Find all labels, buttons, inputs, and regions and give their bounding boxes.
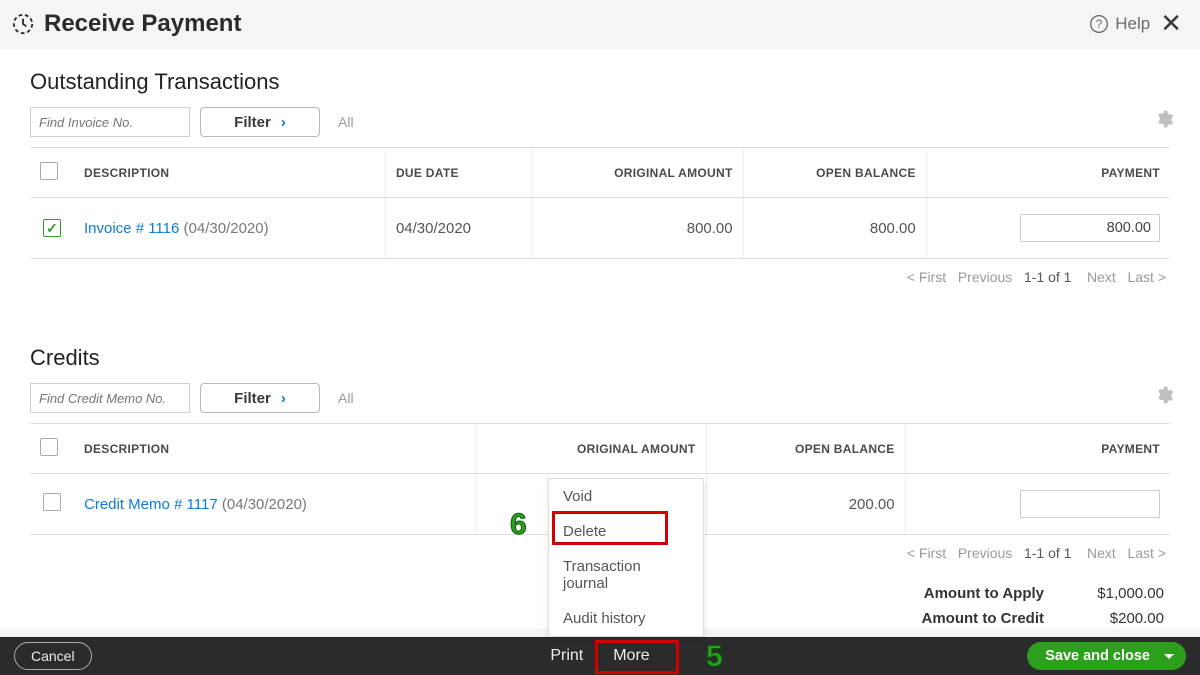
col-due-date: DUE DATE: [385, 148, 531, 198]
page-prev[interactable]: Previous: [958, 269, 1012, 285]
page-last[interactable]: Last >: [1127, 545, 1166, 561]
save-label: Save and close: [1045, 648, 1150, 664]
col-description: DESCRIPTION: [74, 148, 385, 198]
annotation-number-6: 6: [510, 508, 527, 542]
outstanding-pagination: < First Previous 1-1 of 1 Next Last >: [30, 259, 1170, 285]
page-title: Receive Payment: [44, 10, 241, 38]
help-button[interactable]: ? Help: [1089, 14, 1150, 34]
row-checkbox[interactable]: [43, 219, 61, 237]
menu-void[interactable]: Void: [549, 479, 703, 514]
filter-label: Filter: [234, 114, 271, 131]
annotation-box-delete: [552, 511, 668, 545]
filter-label: Filter: [234, 390, 271, 407]
page-first[interactable]: < First: [907, 545, 946, 561]
gear-icon[interactable]: [1154, 385, 1174, 405]
col-description: DESCRIPTION: [74, 424, 476, 474]
open-balance-cell: 800.00: [743, 198, 926, 259]
payment-input[interactable]: [1020, 214, 1160, 242]
save-and-close-button[interactable]: Save and close: [1027, 642, 1186, 670]
amount-credit-value: $200.00: [1074, 610, 1164, 627]
due-date-cell: 04/30/2020: [385, 198, 531, 259]
orig-amount-cell: 800.00: [531, 198, 743, 259]
find-credit-input[interactable]: [30, 383, 190, 413]
page-header: Receive Payment ? Help ✕: [0, 0, 1200, 49]
col-payment: PAYMENT: [905, 424, 1170, 474]
menu-transaction-journal[interactable]: Transaction journal: [549, 549, 703, 601]
page-next[interactable]: Next: [1087, 545, 1116, 561]
annotation-box-more: [595, 640, 679, 674]
chevron-right-icon: ›: [281, 390, 286, 407]
credits-title: Credits: [30, 345, 1170, 371]
credit-memo-link[interactable]: Credit Memo # 1117: [84, 496, 218, 513]
outstanding-table: DESCRIPTION DUE DATE ORIGINAL AMOUNT OPE…: [30, 147, 1170, 259]
print-button[interactable]: Print: [550, 647, 583, 665]
help-icon: ?: [1089, 14, 1109, 34]
invoice-date: (04/30/2020): [184, 220, 269, 237]
svg-text:?: ?: [1096, 18, 1103, 31]
select-all-checkbox[interactable]: [40, 438, 58, 456]
credits-all-label: All: [338, 390, 354, 406]
more-menu: Void Delete Transaction journal Audit hi…: [548, 478, 704, 637]
popup-tail: [620, 625, 636, 634]
cancel-button[interactable]: Cancel: [14, 642, 92, 670]
page-next[interactable]: Next: [1087, 269, 1116, 285]
page-last[interactable]: Last >: [1127, 269, 1166, 285]
annotation-number-5: 5: [706, 640, 723, 674]
page-range: 1-1 of 1: [1024, 269, 1071, 285]
credit-date: (04/30/2020): [222, 496, 307, 513]
outstanding-title: Outstanding Transactions: [30, 69, 1170, 95]
col-open-balance: OPEN BALANCE: [743, 148, 926, 198]
chevron-right-icon: ›: [281, 114, 286, 131]
amount-credit-label: Amount to Credit: [894, 610, 1044, 627]
page-prev[interactable]: Previous: [958, 545, 1012, 561]
history-icon[interactable]: [12, 13, 34, 35]
outstanding-all-label: All: [338, 114, 354, 130]
outstanding-filter-button[interactable]: Filter ›: [200, 107, 320, 137]
amount-apply-value: $1,000.00: [1074, 585, 1164, 602]
gear-icon[interactable]: [1154, 109, 1174, 129]
caret-down-icon[interactable]: [1164, 654, 1174, 659]
amount-apply-label: Amount to Apply: [894, 585, 1044, 602]
credits-filter-button[interactable]: Filter ›: [200, 383, 320, 413]
row-checkbox[interactable]: [43, 493, 61, 511]
open-balance-cell: 200.00: [706, 474, 905, 535]
close-icon[interactable]: ✕: [1160, 8, 1182, 39]
select-all-checkbox[interactable]: [40, 162, 58, 180]
col-open-balance: OPEN BALANCE: [706, 424, 905, 474]
help-label: Help: [1115, 14, 1150, 34]
col-original-amount: ORIGINAL AMOUNT: [531, 148, 743, 198]
col-payment: PAYMENT: [926, 148, 1170, 198]
find-invoice-input[interactable]: [30, 107, 190, 137]
col-original-amount: ORIGINAL AMOUNT: [476, 424, 706, 474]
page-first[interactable]: < First: [907, 269, 946, 285]
page-range: 1-1 of 1: [1024, 545, 1071, 561]
table-row: Invoice # 1116 (04/30/2020) 04/30/2020 8…: [30, 198, 1170, 259]
invoice-link[interactable]: Invoice # 1116: [84, 220, 179, 237]
payment-input[interactable]: [1020, 490, 1160, 518]
